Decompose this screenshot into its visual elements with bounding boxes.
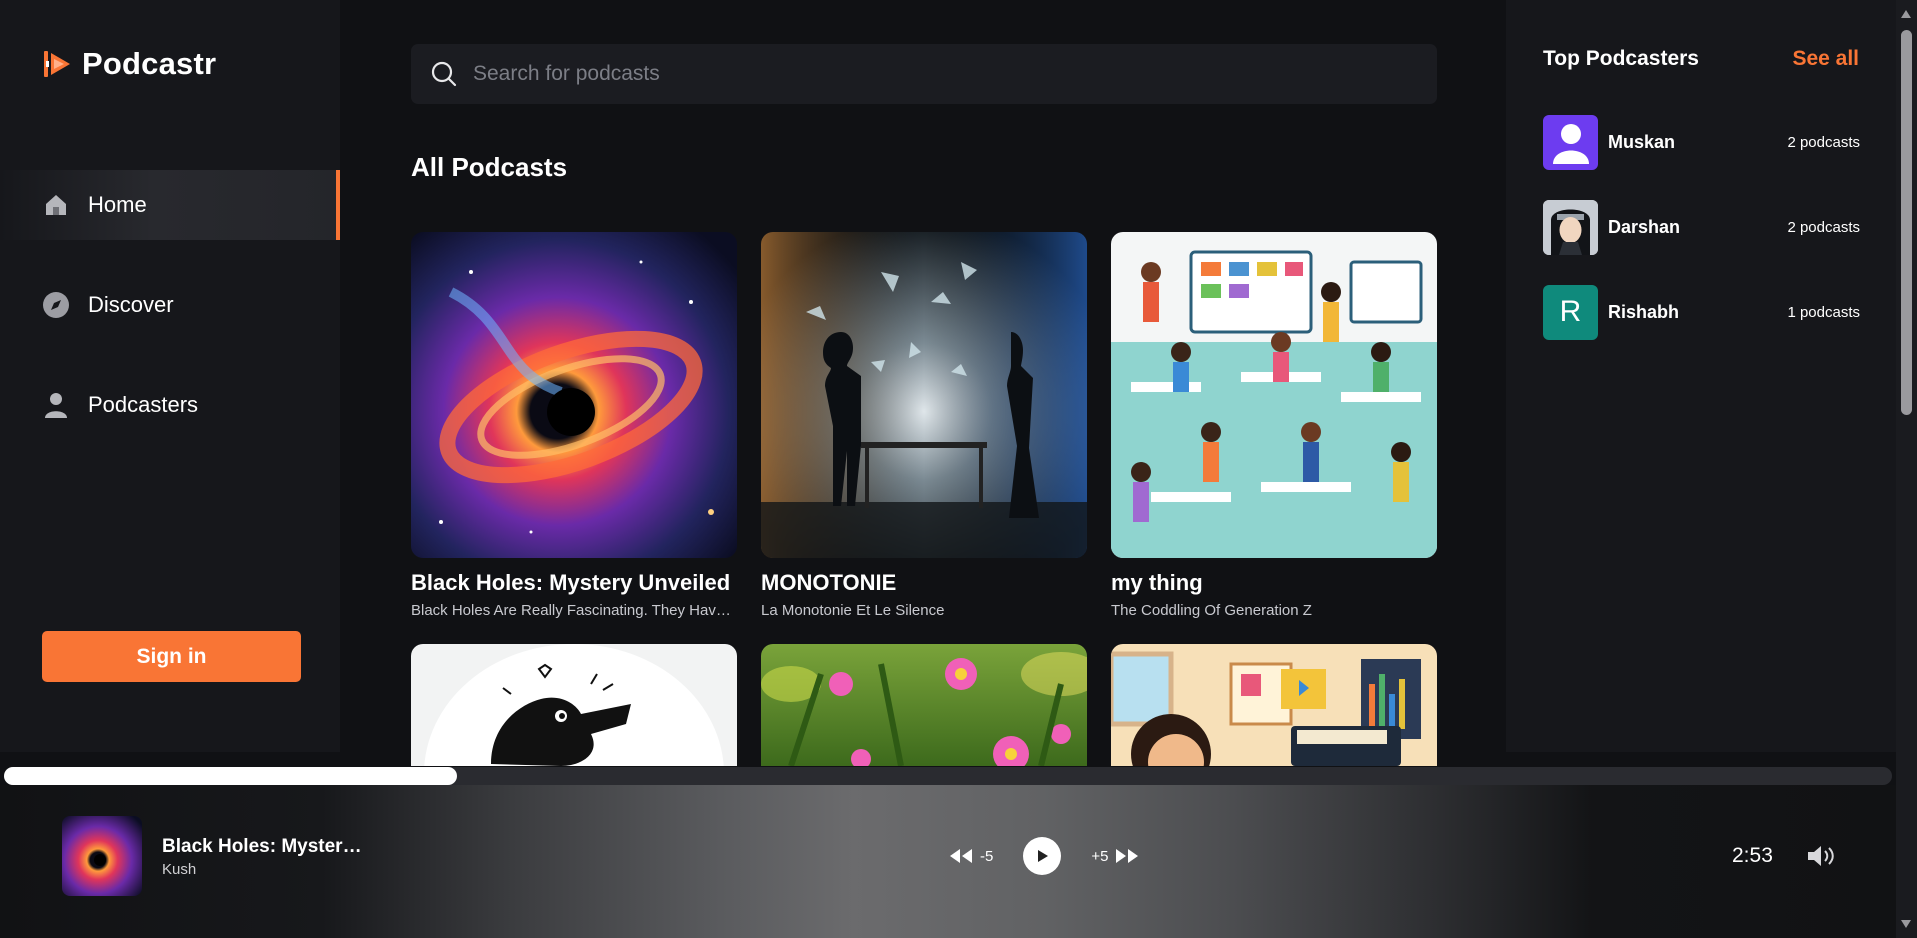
avatar: R	[1543, 284, 1598, 340]
scroll-thumb[interactable]	[1901, 30, 1912, 415]
scroll-down-arrow-icon[interactable]	[1901, 920, 1911, 928]
play-icon	[1038, 850, 1049, 862]
rewind-label[interactable]: -5	[980, 848, 993, 865]
podcast-cover	[1111, 644, 1437, 766]
podcast-cover	[411, 232, 737, 558]
rewind-icon[interactable]	[948, 847, 974, 865]
search-input[interactable]	[471, 61, 1371, 87]
sidebar-item-home[interactable]: Home	[0, 170, 340, 240]
scroll-up-arrow-icon[interactable]	[1901, 10, 1911, 18]
volume-icon[interactable]	[1806, 843, 1836, 869]
avatar	[1543, 199, 1598, 255]
playback-controls: -5 +5	[948, 837, 1140, 875]
podcast-card[interactable]	[1111, 644, 1437, 766]
podcast-count: 2 podcasts	[1787, 218, 1860, 236]
forward-icon[interactable]	[1114, 847, 1140, 865]
logo-icon	[44, 51, 70, 77]
podcast-card[interactable]: my thing The Coddling Of Generation Z	[1111, 232, 1437, 619]
left-sidebar: Podcastr Home Discover Podcasters Sign i…	[0, 0, 340, 752]
podcaster-row[interactable]: R Rishabh 1 podcasts	[1543, 284, 1860, 340]
podcast-card[interactable]: Black Holes: Mystery Unveiled Black Hole…	[411, 232, 737, 619]
podcast-title: Black Holes: Mystery Unveiled	[411, 570, 731, 595]
podcast-count: 2 podcasts	[1787, 133, 1860, 151]
forward-label[interactable]: +5	[1091, 848, 1108, 865]
sidebar-item-label: Discover	[88, 292, 174, 317]
app-logo[interactable]: Podcastr	[42, 46, 216, 82]
app-name: Podcastr	[82, 46, 217, 81]
podcaster-name: Rishabh	[1608, 301, 1680, 322]
now-playing-title: Black Holes: Mystery Unveiled	[162, 836, 362, 857]
home-icon	[42, 191, 70, 219]
playback-time: 2:53	[1732, 844, 1773, 867]
play-button[interactable]	[1023, 837, 1062, 875]
podcast-description: The Coddling Of Generation Z	[1111, 602, 1312, 619]
podcaster-row[interactable]: Muskan 2 podcasts	[1543, 114, 1860, 170]
podcast-card[interactable]	[411, 644, 737, 766]
podcast-card[interactable]	[761, 644, 1087, 766]
avatar-initial: R	[1559, 295, 1582, 328]
search-icon	[431, 61, 457, 87]
podcaster-name: Darshan	[1608, 216, 1681, 237]
now-playing-cover[interactable]	[62, 816, 142, 896]
sidebar-item-discover[interactable]: Discover	[0, 270, 340, 340]
podcast-cover	[761, 232, 1087, 558]
top-podcasters-title: Top Podcasters	[1543, 47, 1699, 70]
search-bar[interactable]	[411, 44, 1437, 104]
now-playing-artist: Kush	[162, 861, 197, 878]
podcaster-row[interactable]: Darshan 2 podcasts	[1543, 199, 1860, 255]
podcast-cover	[1111, 232, 1437, 558]
avatar	[1543, 114, 1598, 170]
section-title: All Podcasts	[411, 152, 568, 182]
podcast-cover	[411, 644, 737, 766]
right-sidebar: Top Podcasters See all Muskan 2 podcasts…	[1506, 0, 1896, 752]
progress-fill	[4, 767, 458, 785]
page-scrollbar[interactable]	[1896, 0, 1917, 938]
player-bar: Black Holes: Mystery Unveiled Kush -5 +5…	[0, 785, 1896, 938]
user-icon	[42, 391, 70, 419]
podcast-description: Black Holes Are Really Fascinating. They…	[411, 602, 737, 619]
compass-icon	[42, 291, 70, 319]
playback-progress[interactable]	[4, 767, 1892, 785]
sidebar-item-label: Home	[88, 192, 147, 217]
sign-in-button[interactable]: Sign in	[42, 631, 301, 682]
sidebar-item-label: Podcasters	[88, 392, 199, 417]
see-all-link[interactable]: See all	[1792, 47, 1859, 71]
podcast-count: 1 podcasts	[1787, 303, 1860, 321]
podcast-title: my thing	[1111, 570, 1203, 595]
podcast-title: MONOTONIE	[761, 570, 897, 595]
podcast-cover	[761, 644, 1087, 766]
sidebar-item-podcasters[interactable]: Podcasters	[0, 370, 340, 440]
user-icon	[1552, 124, 1589, 164]
podcast-description: La Monotonie Et Le Silence	[761, 602, 945, 619]
podcast-card[interactable]: MONOTONIE La Monotonie Et Le Silence	[761, 232, 1087, 619]
podcaster-name: Muskan	[1608, 131, 1676, 152]
